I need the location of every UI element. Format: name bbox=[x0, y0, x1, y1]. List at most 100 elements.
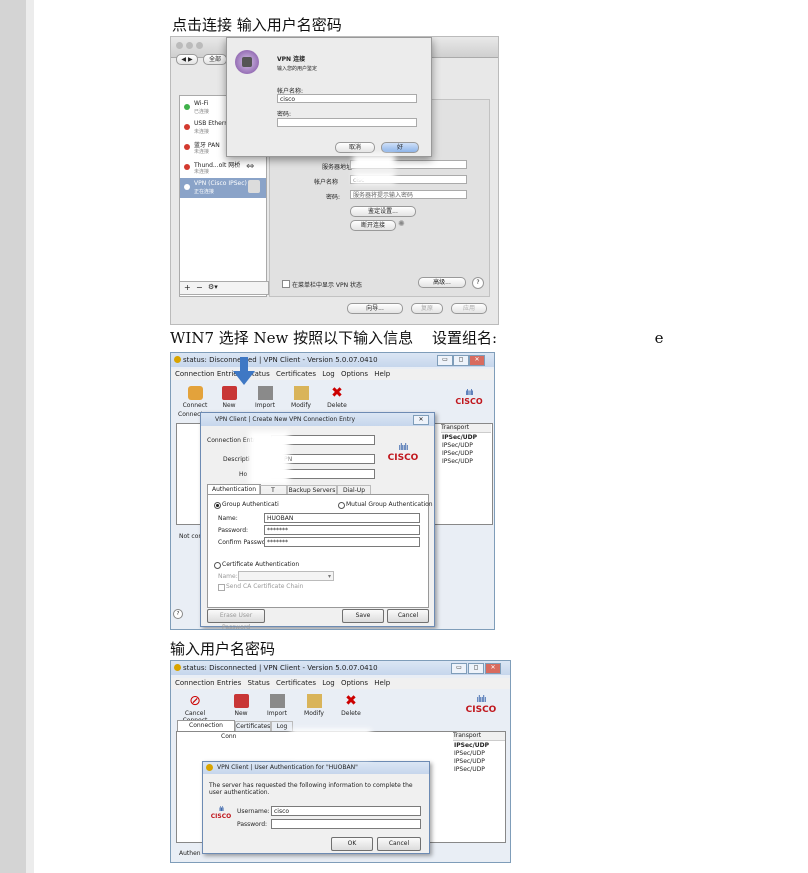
menu-help[interactable]: Help bbox=[374, 679, 390, 687]
ok-button[interactable]: OK bbox=[331, 837, 373, 851]
close-button[interactable]: ✕ bbox=[485, 663, 501, 674]
vpn-connect-sheet: VPN 连接 输入您的用户鉴定 帐户名称: cisco 密码: 取消 好 bbox=[226, 37, 432, 157]
user-auth-dialog: VPN Client | User Authentication for "HU… bbox=[202, 761, 430, 854]
group-password-field[interactable]: ******* bbox=[264, 525, 420, 535]
confirm-password-field[interactable]: ******* bbox=[264, 537, 420, 547]
cancel-connect-icon: ⊘ bbox=[189, 693, 201, 709]
minimize-button[interactable]: ▭ bbox=[437, 355, 453, 366]
transport-header: Transport bbox=[441, 424, 491, 433]
dialog-close-button[interactable]: ✕ bbox=[413, 415, 429, 425]
menu-status[interactable]: Status bbox=[247, 679, 269, 687]
advanced-button[interactable]: 高级... bbox=[418, 277, 466, 288]
sheet-ok-button[interactable]: 好 bbox=[381, 142, 419, 153]
transport-cell: IPSec/UDP bbox=[442, 450, 473, 457]
win-vpn-client-user-auth: status: Disconnected | VPN Client - Vers… bbox=[170, 660, 511, 863]
auth-message: The server has requested the following i… bbox=[209, 782, 413, 796]
chevron-down-icon: ▾ bbox=[327, 573, 331, 580]
password-field[interactable] bbox=[271, 819, 421, 829]
menu-options[interactable]: Options bbox=[341, 679, 368, 687]
transport-cell: IPSec/UDP bbox=[454, 758, 485, 765]
auth-settings-button[interactable]: 鉴定设置... bbox=[350, 206, 416, 217]
cert-name-select[interactable]: ▾ bbox=[238, 571, 334, 581]
menu-bar: Connection Entries Status Certificates L… bbox=[171, 678, 510, 689]
status-dot-icon bbox=[184, 104, 190, 110]
close-button[interactable]: ✕ bbox=[469, 355, 485, 366]
help-button[interactable]: ? bbox=[472, 277, 484, 289]
cisco-logo: ılıılı CISCO bbox=[210, 806, 232, 820]
gear-icon[interactable]: ⚙▾ bbox=[208, 283, 218, 291]
maximize-button[interactable]: ◻ bbox=[468, 663, 484, 674]
tab-connection-entries[interactable]: Connection Entries bbox=[177, 720, 235, 739]
lock-icon bbox=[174, 664, 181, 671]
menu-log[interactable]: Log bbox=[322, 679, 335, 687]
erase-password-button[interactable]: Erase User Password bbox=[207, 609, 265, 629]
delete-x-icon: ✖ bbox=[331, 385, 343, 401]
status-bar: Authen bbox=[179, 850, 201, 857]
menu-bar: Connection Entries Status Certificates L… bbox=[171, 369, 494, 380]
bridge-arrows-icon: ⇔ bbox=[246, 161, 255, 172]
menu-certificates[interactable]: Certificates bbox=[276, 679, 316, 687]
new-button[interactable]: New bbox=[227, 694, 255, 717]
save-button[interactable]: Save bbox=[342, 609, 384, 623]
show-all-button[interactable]: 全部 bbox=[203, 54, 227, 65]
maximize-button[interactable]: ◻ bbox=[453, 355, 469, 366]
spinner-icon: ✺ bbox=[398, 219, 405, 228]
add-service-button[interactable]: + bbox=[184, 283, 191, 292]
lock-icon bbox=[242, 57, 252, 67]
back-forward-button[interactable]: ◀ ▶ bbox=[176, 54, 198, 65]
sheet-password-field[interactable] bbox=[277, 118, 417, 127]
help-icon[interactable]: ? bbox=[173, 609, 183, 619]
cisco-logo: ılıılı CISCO bbox=[387, 443, 419, 463]
password-field[interactable]: 服务器将提示输入密码 bbox=[350, 190, 467, 199]
menu-connection-entries[interactable]: Connection Entries bbox=[175, 370, 241, 378]
disconnect-button[interactable]: 断开连接 bbox=[350, 220, 396, 231]
username-field[interactable]: cisco bbox=[271, 806, 421, 816]
cancel-button[interactable]: Cancel bbox=[377, 837, 421, 851]
import-button[interactable]: Import bbox=[251, 386, 279, 409]
delete-x-icon: ✖ bbox=[345, 693, 357, 709]
remove-service-button[interactable]: − bbox=[196, 283, 203, 292]
cancel-button[interactable]: Cancel bbox=[387, 609, 429, 623]
close-dot-icon[interactable] bbox=[176, 42, 183, 49]
lock-icon bbox=[174, 356, 181, 363]
delete-button[interactable]: ✖ Delete bbox=[337, 694, 365, 717]
menu-connection-entries[interactable]: Connection Entries bbox=[175, 679, 241, 687]
group-name-field[interactable]: HUOBAN bbox=[264, 513, 420, 523]
show-status-checkbox[interactable] bbox=[282, 280, 290, 288]
send-chain-checkbox[interactable] bbox=[218, 584, 225, 591]
left-margin-bar bbox=[0, 0, 27, 873]
import-button[interactable]: Import bbox=[263, 694, 291, 717]
assist-button[interactable]: 向导... bbox=[347, 303, 403, 314]
step3-caption: 输入用户名密码 bbox=[170, 640, 276, 658]
redaction bbox=[353, 155, 395, 169]
mutual-auth-radio[interactable] bbox=[338, 502, 345, 509]
auth-tab-panel: Group Authenticati Mutual Group Authenti… bbox=[207, 494, 433, 608]
sheet-account-field[interactable]: cisco bbox=[277, 94, 417, 103]
apply-button[interactable]: 应用 bbox=[451, 303, 487, 314]
sheet-cancel-button[interactable]: 取消 bbox=[335, 142, 375, 153]
cert-auth-radio[interactable] bbox=[214, 562, 221, 569]
zoom-dot-icon[interactable] bbox=[196, 42, 203, 49]
connect-button[interactable]: Connect bbox=[181, 386, 209, 409]
service-vpn-cisco[interactable]: VPN (Cisco IPSec) 正在连接 bbox=[180, 178, 266, 198]
dialog-titlebar: VPN Client | Create New VPN Connection E… bbox=[201, 413, 434, 426]
status-dot-icon bbox=[184, 144, 190, 150]
minimize-button[interactable]: ▭ bbox=[451, 663, 467, 674]
service-list-actions: + − ⚙▾ bbox=[179, 281, 269, 295]
group-auth-radio[interactable] bbox=[214, 502, 221, 509]
menu-options[interactable]: Options bbox=[341, 370, 368, 378]
revert-button[interactable]: 复原 bbox=[411, 303, 443, 314]
modify-icon bbox=[293, 386, 309, 400]
step1-caption: 点击连接 输入用户名密码 bbox=[172, 16, 342, 34]
service-thunderbolt-bridge[interactable]: Thund...olt 网桥 未连接 ⇔ bbox=[180, 158, 266, 178]
minimize-dot-icon[interactable] bbox=[186, 42, 193, 49]
modify-button[interactable]: Modify bbox=[300, 694, 328, 717]
vpn-lock-icon bbox=[248, 180, 260, 193]
modify-button[interactable]: Modify bbox=[287, 386, 315, 409]
menu-log[interactable]: Log bbox=[322, 370, 335, 378]
new-button[interactable]: New bbox=[215, 386, 243, 409]
connect-icon bbox=[187, 386, 203, 400]
menu-certificates[interactable]: Certificates bbox=[276, 370, 316, 378]
menu-help[interactable]: Help bbox=[374, 370, 390, 378]
delete-button[interactable]: ✖ Delete bbox=[323, 386, 351, 409]
